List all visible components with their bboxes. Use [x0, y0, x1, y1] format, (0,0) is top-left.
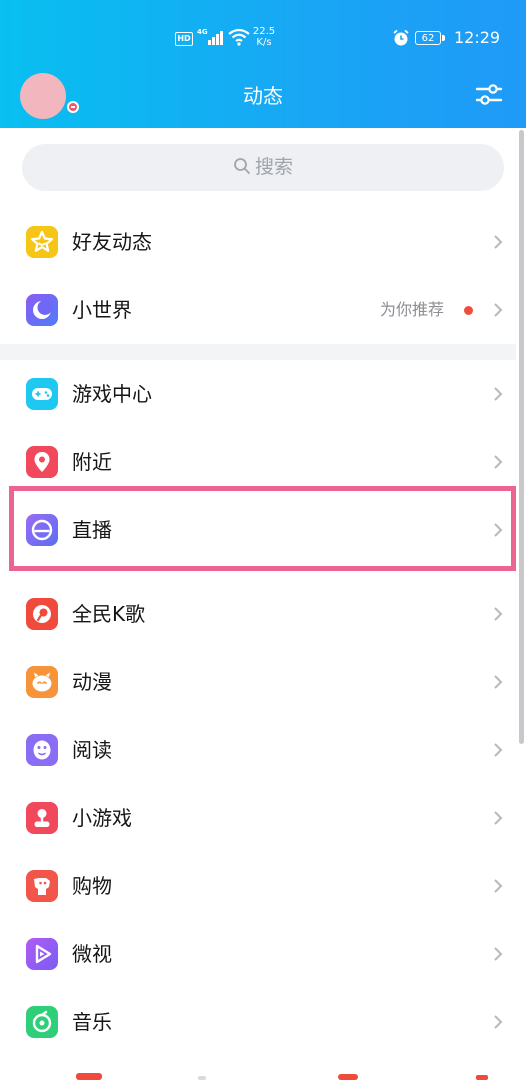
search-placeholder: 搜索	[254, 156, 293, 178]
signal-icon	[208, 31, 223, 45]
search-bar[interactable]: 搜索	[22, 144, 504, 191]
list-item-anime[interactable]: 动漫	[0, 648, 516, 716]
search-icon	[234, 158, 250, 174]
list-item-game-center[interactable]: 游戏中心	[0, 360, 516, 428]
alarm-icon	[393, 29, 409, 46]
list-item-label: 附近	[72, 450, 112, 474]
list-item-weishi[interactable]: 微视	[0, 920, 516, 988]
page-title: 动态	[243, 84, 283, 108]
chevron-right-icon	[494, 235, 503, 249]
list-item-small-world[interactable]: 小世界 为你推荐	[0, 276, 516, 344]
list-item-label: 全民K歌	[72, 602, 146, 626]
list-item-label: 动漫	[72, 670, 112, 694]
chevron-right-icon	[494, 607, 503, 621]
anime-face-icon	[26, 666, 58, 698]
list-item-label: 小游戏	[72, 806, 132, 830]
chevron-right-icon	[494, 303, 503, 317]
recommend-text: 为你推荐	[380, 300, 445, 319]
crescent-icon	[26, 294, 58, 326]
karaoke-icon	[26, 598, 58, 630]
list-item-karaoke[interactable]: 全民K歌	[0, 580, 516, 648]
wifi-icon	[228, 28, 250, 46]
scrollbar-thumb[interactable]	[519, 130, 524, 744]
location-pin-icon	[26, 446, 58, 478]
chevron-right-icon	[494, 811, 503, 825]
section-divider	[0, 344, 516, 360]
list-item-label: 微视	[72, 942, 112, 966]
chevron-right-icon	[494, 1015, 503, 1029]
list-item-mini-games[interactable]: 小游戏	[0, 784, 516, 852]
chevron-right-icon	[494, 743, 503, 757]
list-item-shopping[interactable]: 购物	[0, 852, 516, 920]
gamepad-icon	[26, 378, 58, 410]
list-item-label: 音乐	[72, 1010, 112, 1034]
list-item-music[interactable]: 音乐	[0, 988, 516, 1056]
chevron-right-icon	[494, 947, 503, 961]
chevron-right-icon	[494, 455, 503, 469]
list-item-friend-feed[interactable]: 好友动态	[0, 208, 516, 276]
star-icon	[26, 226, 58, 258]
header-bar: HD 4G 22.5 K/s 62 12:29 动态	[0, 0, 526, 128]
sliders-icon[interactable]	[474, 80, 504, 110]
network-speed: 22.5 K/s	[252, 26, 276, 48]
clock: 12:29	[454, 28, 501, 47]
list-item-label: 小世界	[72, 298, 132, 322]
highlight-box	[9, 486, 516, 571]
list-item-reading[interactable]: 阅读	[0, 716, 516, 784]
joystick-icon	[26, 802, 58, 834]
play-icon	[26, 938, 58, 970]
notification-dot	[464, 306, 473, 315]
next-row-peek	[76, 1073, 488, 1080]
list-item-label: 购物	[72, 874, 112, 898]
chevron-right-icon	[494, 879, 503, 893]
battery-icon: 62	[415, 31, 445, 45]
status-bar: HD 4G 22.5 K/s 62 12:29	[0, 22, 526, 58]
list-item-label: 好友动态	[72, 230, 152, 254]
list-item-label: 游戏中心	[72, 382, 152, 406]
penguin-icon	[26, 734, 58, 766]
dog-icon	[26, 870, 58, 902]
list-item-label: 阅读	[72, 738, 112, 762]
hd-indicator: HD	[175, 32, 193, 46]
chevron-right-icon	[494, 387, 503, 401]
music-disc-icon	[26, 1006, 58, 1038]
chevron-right-icon	[494, 675, 503, 689]
